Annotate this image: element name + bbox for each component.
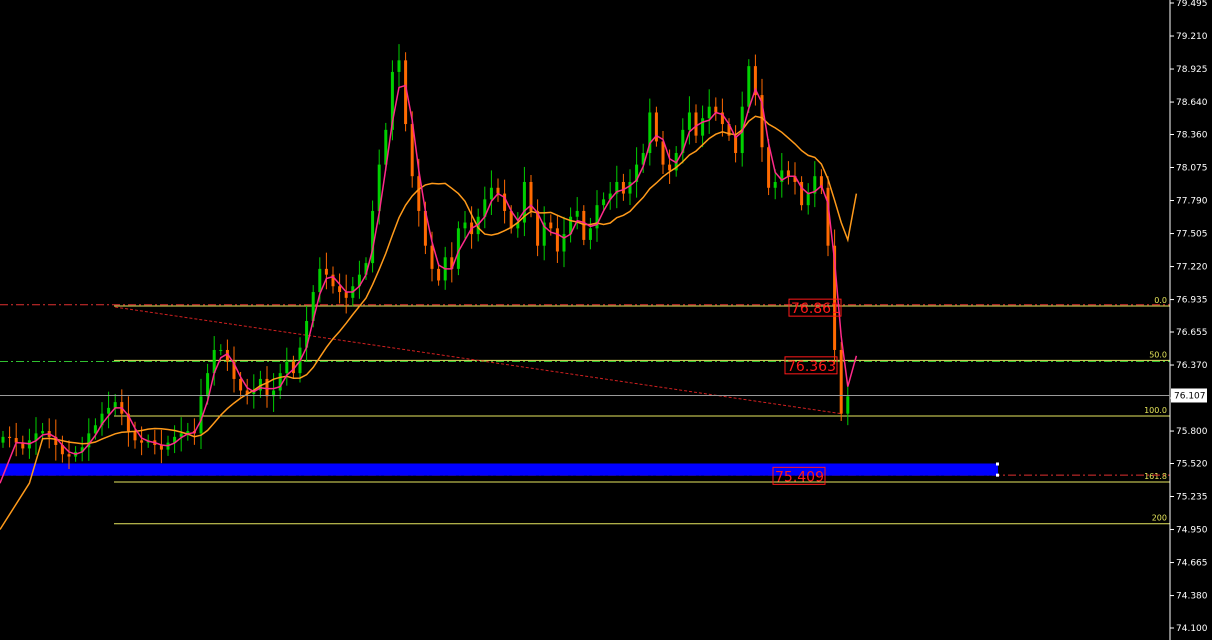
candle-body: [714, 106, 718, 113]
y-tick-label: 75.800: [1176, 427, 1208, 437]
zone-handle: [996, 473, 999, 477]
fib-level-label: 161.8: [1144, 472, 1167, 481]
candle-body: [285, 361, 289, 374]
y-tick-label: 74.380: [1176, 592, 1208, 602]
candle-body: [107, 407, 111, 414]
y-tick-label: 75.235: [1176, 493, 1208, 503]
y-tick-label: 78.925: [1176, 65, 1208, 75]
y-tick-label: 75.520: [1176, 459, 1208, 469]
support-zone: [0, 463, 998, 476]
candle-body: [430, 245, 434, 269]
candle-body: [239, 378, 243, 391]
fib-level-label: 200: [1152, 514, 1167, 523]
y-tick-label: 79.495: [1176, 0, 1208, 9]
candle-body: [621, 181, 625, 194]
candle-body: [687, 112, 691, 130]
candle-body: [707, 106, 711, 119]
candle-body: [767, 147, 771, 188]
candle-body: [437, 268, 441, 281]
candle-body: [773, 181, 777, 188]
y-tick-label: 78.640: [1176, 98, 1208, 108]
candle-body: [846, 396, 850, 414]
candle-body: [67, 454, 71, 457]
candle-body: [575, 210, 579, 217]
candle-body: [496, 187, 500, 194]
candle-body: [806, 193, 810, 206]
candle-body: [344, 292, 348, 298]
candle-body: [219, 349, 223, 351]
price-label: 75.409: [775, 469, 824, 485]
candle-body: [1, 436, 5, 443]
candle-body: [694, 112, 698, 136]
candle-body: [582, 210, 586, 240]
candle-body: [747, 66, 751, 107]
fib-level-label: 50.0: [1149, 350, 1167, 359]
y-tick-label: 74.100: [1176, 624, 1208, 634]
y-tick-label: 76.370: [1176, 361, 1208, 371]
price-label: 76.861: [791, 301, 840, 317]
price-label: 76.363: [787, 359, 836, 375]
candle-body: [661, 141, 665, 165]
candle-body: [839, 349, 843, 414]
y-tick-label: 78.360: [1176, 130, 1208, 140]
fib-level-label: 0.0: [1154, 296, 1167, 305]
candle-body: [555, 228, 559, 252]
y-tick-label: 79.210: [1176, 32, 1208, 42]
chart-background: [0, 0, 1212, 640]
candle-body: [397, 60, 401, 72]
y-tick-label: 74.950: [1176, 526, 1208, 536]
candle-body: [463, 222, 467, 229]
y-tick-label: 78.075: [1176, 164, 1208, 174]
y-tick-label: 76.935: [1176, 296, 1208, 306]
candle-body: [701, 118, 705, 136]
candle-body: [206, 373, 210, 397]
y-tick-label: 74.665: [1176, 559, 1208, 569]
candle-body: [338, 286, 342, 293]
candle-body: [324, 268, 328, 275]
candle-body: [628, 181, 632, 194]
fib-level-label: 100.0: [1144, 406, 1167, 415]
candle-body: [133, 431, 137, 441]
candle-body: [602, 199, 606, 206]
y-tick-label: 77.790: [1176, 197, 1208, 207]
y-tick-label: 76.655: [1176, 328, 1208, 338]
support-zone-layer: [0, 462, 999, 477]
current-price-label: 76.107: [1174, 391, 1206, 401]
candle-body: [549, 222, 553, 229]
candle-body: [8, 436, 12, 439]
candle-body: [318, 268, 322, 293]
zone-handle: [996, 462, 999, 466]
candle-body: [140, 440, 144, 443]
candle-body: [588, 228, 592, 240]
candle-body: [113, 402, 117, 408]
candle-body: [786, 170, 790, 177]
candle-body: [668, 164, 672, 171]
candle-body: [278, 373, 282, 391]
y-tick-label: 77.220: [1176, 263, 1208, 273]
candle-body: [489, 187, 493, 200]
y-tick-label: 77.505: [1176, 230, 1208, 240]
price-chart: 0.050.0100.0161.8200 76.86176.36375.409 …: [0, 0, 1212, 640]
candle-body: [41, 431, 45, 434]
